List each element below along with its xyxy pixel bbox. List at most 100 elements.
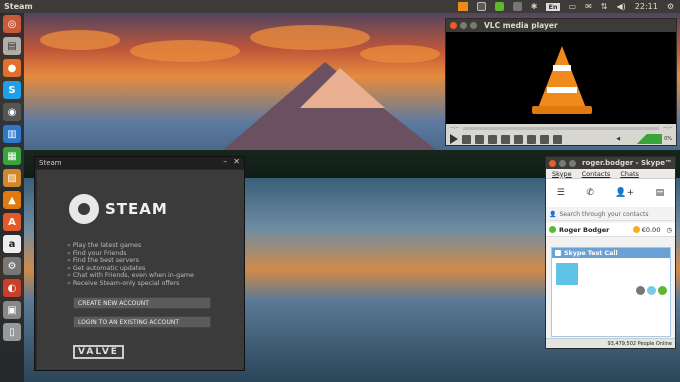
volume-slider[interactable]: [622, 134, 663, 144]
call-icon[interactable]: [658, 286, 667, 295]
dash-icon[interactable]: ◎: [3, 15, 21, 33]
menu-skype[interactable]: Skype: [552, 170, 572, 178]
trash-icon[interactable]: ▯: [3, 323, 21, 341]
history-clock-icon[interactable]: ◷: [666, 226, 672, 234]
menu-contacts[interactable]: Contacts: [582, 170, 611, 178]
steam-tray-icon[interactable]: [476, 2, 486, 11]
minimize-button[interactable]: [460, 22, 467, 29]
system-settings-icon[interactable]: ⚙: [3, 257, 21, 275]
system-tray: ✱ En ▭ ✉ ⇅ ◀) 22:11 ⚙: [457, 0, 674, 13]
software-center-icon[interactable]: A: [3, 213, 21, 231]
active-app-name: Steam: [4, 2, 33, 11]
ubuntu-one-icon[interactable]: ◐: [3, 279, 21, 297]
skype-test-call-contact[interactable]: Skype Test Call: [551, 247, 671, 337]
volume-control[interactable]: ◀ 0%: [616, 134, 672, 144]
play-button[interactable]: [450, 134, 458, 144]
cone-stripe: [553, 65, 571, 71]
contact-avatar[interactable]: [556, 263, 578, 285]
firefox-icon[interactable]: ●: [3, 59, 21, 77]
vlc-cone-icon: [538, 46, 586, 108]
steam-logo-text: STEAM: [105, 200, 168, 218]
network-icon[interactable]: ⇅: [601, 2, 608, 11]
valve-logo: VALVE: [73, 345, 124, 359]
steam-titlebar[interactable]: Steam – ✕: [35, 157, 244, 169]
bluetooth-icon[interactable]: ✱: [531, 2, 538, 11]
minimize-button[interactable]: –: [223, 157, 227, 166]
skype-launcher-icon[interactable]: S: [3, 81, 21, 99]
calc-icon[interactable]: ▦: [3, 147, 21, 165]
cloud: [130, 40, 240, 62]
contact-search[interactable]: 👤 Search through your contacts: [549, 209, 672, 221]
loop-button[interactable]: [540, 134, 549, 144]
minimize-button[interactable]: [559, 159, 566, 167]
battery-icon[interactable]: ▭: [569, 2, 577, 11]
more-options-icon[interactable]: [636, 286, 645, 295]
skype-titlebar[interactable]: roger.bodger - Skype™: [546, 157, 675, 169]
vlc-titlebar[interactable]: VLC media player: [446, 19, 676, 32]
skype-toolbar: ☰ ✆ 👤+ ▤: [546, 179, 675, 207]
next-button[interactable]: [488, 134, 497, 144]
playlist-button[interactable]: [527, 134, 536, 144]
cloud: [250, 25, 370, 50]
gear-icon[interactable]: ⚙: [667, 2, 674, 11]
vlc-controls: ◀ 0%: [446, 132, 676, 146]
cloud: [360, 45, 440, 63]
launcher: ◎ ▤ ● S ◉ ▥ ▦ ▧ ▲ A a ⚙ ◐ ▣ ▯: [0, 13, 24, 382]
vlc-launcher-icon[interactable]: ▲: [3, 191, 21, 209]
steam-launcher-icon[interactable]: ◉: [3, 103, 21, 121]
files-icon[interactable]: ▤: [3, 37, 21, 55]
conversation-icon[interactable]: ▤: [656, 188, 665, 198]
skype-tray-icon[interactable]: [494, 2, 504, 11]
seek-slider[interactable]: [462, 126, 660, 130]
shuffle-button[interactable]: [553, 134, 562, 144]
cone-stripe: [547, 87, 577, 93]
close-button[interactable]: [549, 159, 556, 167]
close-button[interactable]: ✕: [233, 157, 240, 166]
keyboard-layout-indicator[interactable]: En: [546, 2, 560, 11]
vlc-window-title: VLC media player: [484, 21, 558, 30]
contacts-list-icon[interactable]: ☰: [557, 188, 565, 198]
workspaces-icon[interactable]: ▣: [3, 301, 21, 319]
fullscreen-button[interactable]: [501, 134, 510, 144]
credit-coin-icon: [632, 226, 640, 233]
vlc-video-area[interactable]: [446, 32, 676, 124]
test-call-header[interactable]: Skype Test Call: [552, 248, 670, 258]
contact-search-input[interactable]: Search through your contacts: [559, 211, 648, 218]
contact-check-icon: [555, 250, 561, 256]
impress-icon[interactable]: ▧: [3, 169, 21, 187]
skype-profile-bar: Roger Bodger €0.00 ◷: [546, 223, 675, 237]
online-status-icon[interactable]: [549, 226, 556, 233]
add-contact-icon[interactable]: 👤+: [615, 188, 634, 198]
writer-icon[interactable]: ▥: [3, 125, 21, 143]
steam-window-title: Steam: [39, 159, 62, 167]
maximize-button[interactable]: [470, 22, 477, 29]
skype-status-footer: 93,479,502 People Online: [546, 338, 675, 348]
login-existing-account-button[interactable]: LOGIN TO AN EXISTING ACCOUNT: [73, 316, 211, 328]
profile-name[interactable]: Roger Bodger: [559, 226, 609, 234]
vlc-seekbar[interactable]: --:-- --:--: [446, 124, 676, 132]
volume-icon[interactable]: ◀): [616, 2, 625, 11]
amazon-icon[interactable]: a: [3, 235, 21, 253]
equalizer-button[interactable]: [514, 134, 523, 144]
create-account-button[interactable]: CREATE NEW ACCOUNT: [73, 297, 211, 309]
maximize-button[interactable]: [569, 159, 576, 167]
skype-window: roger.bodger - Skype™ Skype Contacts Cha…: [545, 156, 676, 349]
time-elapsed: --:--: [450, 125, 459, 131]
vlc-tray-icon[interactable]: [457, 2, 468, 11]
skype-credit[interactable]: €0.00: [632, 226, 660, 234]
dropbox-icon[interactable]: [512, 2, 522, 11]
steam-logo-icon: [69, 194, 99, 224]
mail-icon[interactable]: ✉: [585, 2, 592, 11]
speaker-icon[interactable]: ◀: [616, 136, 620, 142]
close-button[interactable]: [450, 22, 457, 29]
call-phone-icon[interactable]: ✆: [586, 188, 594, 198]
list-item: Find the best servers: [67, 257, 194, 265]
list-item: Find your Friends: [67, 250, 194, 258]
previous-button[interactable]: [462, 134, 471, 144]
stop-button[interactable]: [475, 134, 484, 144]
contact-search-icon: 👤: [549, 211, 557, 218]
video-call-icon[interactable]: [647, 286, 656, 295]
skype-window-title: roger.bodger - Skype™: [582, 159, 672, 167]
menu-chats[interactable]: Chats: [620, 170, 639, 178]
clock[interactable]: 22:11: [635, 2, 658, 11]
